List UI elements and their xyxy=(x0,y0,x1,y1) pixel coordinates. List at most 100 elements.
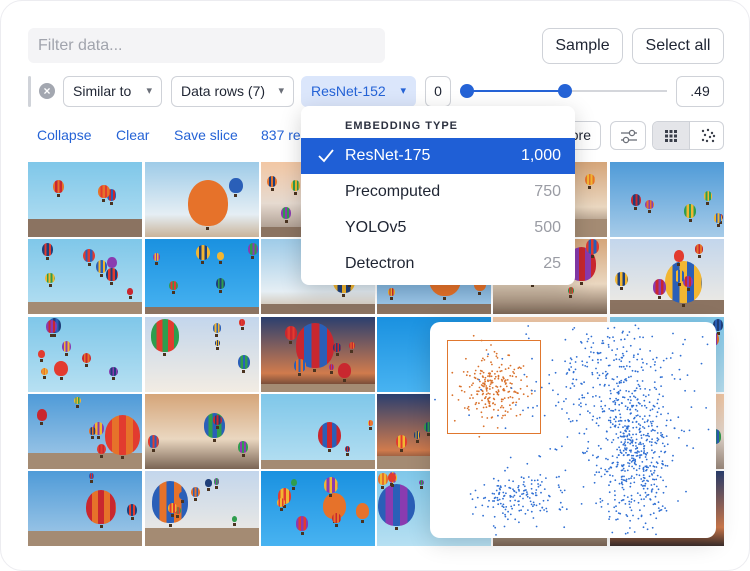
embedding-point xyxy=(585,403,587,406)
embedding-point xyxy=(655,415,658,418)
embedding-point xyxy=(656,432,659,434)
balloon-basket xyxy=(716,224,720,228)
balloon-basket xyxy=(270,188,274,192)
image-thumbnail[interactable] xyxy=(28,162,142,237)
embedding-point xyxy=(494,526,497,529)
embedding-point xyxy=(625,430,627,433)
embedding-point xyxy=(662,479,664,482)
embedding-point xyxy=(515,491,518,494)
embedding-point xyxy=(683,430,685,433)
image-thumbnail[interactable] xyxy=(145,394,259,469)
filter-input[interactable]: Filter data... xyxy=(28,28,385,63)
scatter-view-button[interactable] xyxy=(689,122,723,149)
filters-button[interactable] xyxy=(610,121,646,150)
embedding-point xyxy=(664,464,667,467)
balloon xyxy=(150,319,180,353)
embedding-point xyxy=(666,465,669,467)
embedding-point xyxy=(628,465,630,467)
embedding-point xyxy=(682,343,684,346)
image-thumbnail[interactable] xyxy=(261,394,375,469)
image-thumbnail[interactable] xyxy=(145,162,259,237)
select-all-button[interactable]: Select all xyxy=(632,28,724,64)
close-circle-icon[interactable]: × xyxy=(39,83,55,99)
image-thumbnail[interactable] xyxy=(610,162,724,237)
embedding-point xyxy=(634,441,637,444)
menu-item-resnet-175[interactable]: ResNet-175 1,000 xyxy=(301,138,575,174)
image-thumbnail[interactable] xyxy=(261,317,375,392)
embedding-point xyxy=(543,509,545,511)
image-thumbnail[interactable] xyxy=(28,317,142,392)
embedding-point xyxy=(654,451,656,453)
collapse-link[interactable]: Collapse xyxy=(37,127,91,143)
model-select[interactable]: ResNet-152 ▾ xyxy=(301,76,416,107)
embedding-point xyxy=(616,463,619,466)
embedding-point xyxy=(497,479,500,482)
embedding-point xyxy=(570,358,573,361)
view-toggle[interactable] xyxy=(652,121,724,150)
balloon-basket xyxy=(110,282,114,286)
embedding-point xyxy=(563,526,566,529)
sample-button[interactable]: Sample xyxy=(542,28,623,64)
balloon xyxy=(215,340,221,347)
embedding-point xyxy=(612,336,614,338)
image-thumbnail[interactable] xyxy=(610,239,724,314)
balloon xyxy=(674,270,685,283)
image-thumbnail[interactable] xyxy=(261,471,375,546)
menu-item-yolov5[interactable]: YOLOv5 500 xyxy=(301,210,575,246)
embedding-point xyxy=(644,404,646,407)
save-slice-link[interactable]: Save slice xyxy=(174,127,238,143)
range-slider-handle-low[interactable] xyxy=(460,84,474,98)
balloon-basket xyxy=(219,260,223,264)
range-min-input[interactable]: 0 xyxy=(425,76,451,107)
embedding-point xyxy=(684,389,686,392)
embedding-point xyxy=(540,491,542,494)
grid-view-button[interactable] xyxy=(653,122,689,149)
embedding-point xyxy=(555,476,558,479)
embedding-point xyxy=(684,338,686,341)
balloon xyxy=(217,251,225,260)
embedding-point xyxy=(622,454,625,457)
embedding-point xyxy=(581,396,584,399)
embedding-point xyxy=(517,488,520,491)
image-thumbnail[interactable] xyxy=(28,394,142,469)
menu-item-detectron[interactable]: Detectron 25 xyxy=(301,246,575,282)
data-rows-select[interactable]: Data rows (7) ▾ xyxy=(171,76,294,107)
embedding-point xyxy=(476,496,479,499)
embedding-point xyxy=(678,368,681,371)
image-thumbnail[interactable] xyxy=(145,471,259,546)
embedding-point xyxy=(586,392,589,395)
embedding-point xyxy=(642,426,644,428)
embedding-point xyxy=(545,507,548,510)
embedding-point xyxy=(672,454,674,457)
balloon xyxy=(212,323,221,333)
embedding-point xyxy=(650,441,653,443)
image-thumbnail[interactable] xyxy=(28,239,142,314)
lasso-selection[interactable] xyxy=(447,340,541,434)
embedding-point xyxy=(705,407,707,409)
embedding-point xyxy=(635,438,638,441)
embedding-point xyxy=(626,334,629,336)
image-thumbnail[interactable] xyxy=(28,471,142,546)
clear-link[interactable]: Clear xyxy=(116,127,149,143)
balloon xyxy=(396,435,407,448)
embedding-point xyxy=(630,494,633,497)
similar-to-select[interactable]: Similar to ▾ xyxy=(63,76,162,107)
image-thumbnail[interactable] xyxy=(145,317,259,392)
embedding-point xyxy=(639,415,641,418)
embedding-point xyxy=(632,514,634,517)
range-max-input[interactable]: .49 xyxy=(676,76,724,107)
embedding-point xyxy=(522,492,525,495)
image-thumbnail[interactable] xyxy=(145,239,259,314)
range-slider-handle-high[interactable] xyxy=(558,84,572,98)
menu-item-precomputed[interactable]: Precomputed 750 xyxy=(301,174,575,210)
embedding-point xyxy=(692,447,695,449)
embedding-point xyxy=(608,515,611,518)
embedding-point xyxy=(639,509,641,512)
embedding-point xyxy=(643,498,645,500)
balloon xyxy=(38,350,46,359)
embedding-point xyxy=(652,478,654,481)
embedding-point xyxy=(650,430,653,432)
balloon xyxy=(277,497,286,507)
embedding-point xyxy=(643,399,646,402)
embedding-point xyxy=(603,385,606,387)
